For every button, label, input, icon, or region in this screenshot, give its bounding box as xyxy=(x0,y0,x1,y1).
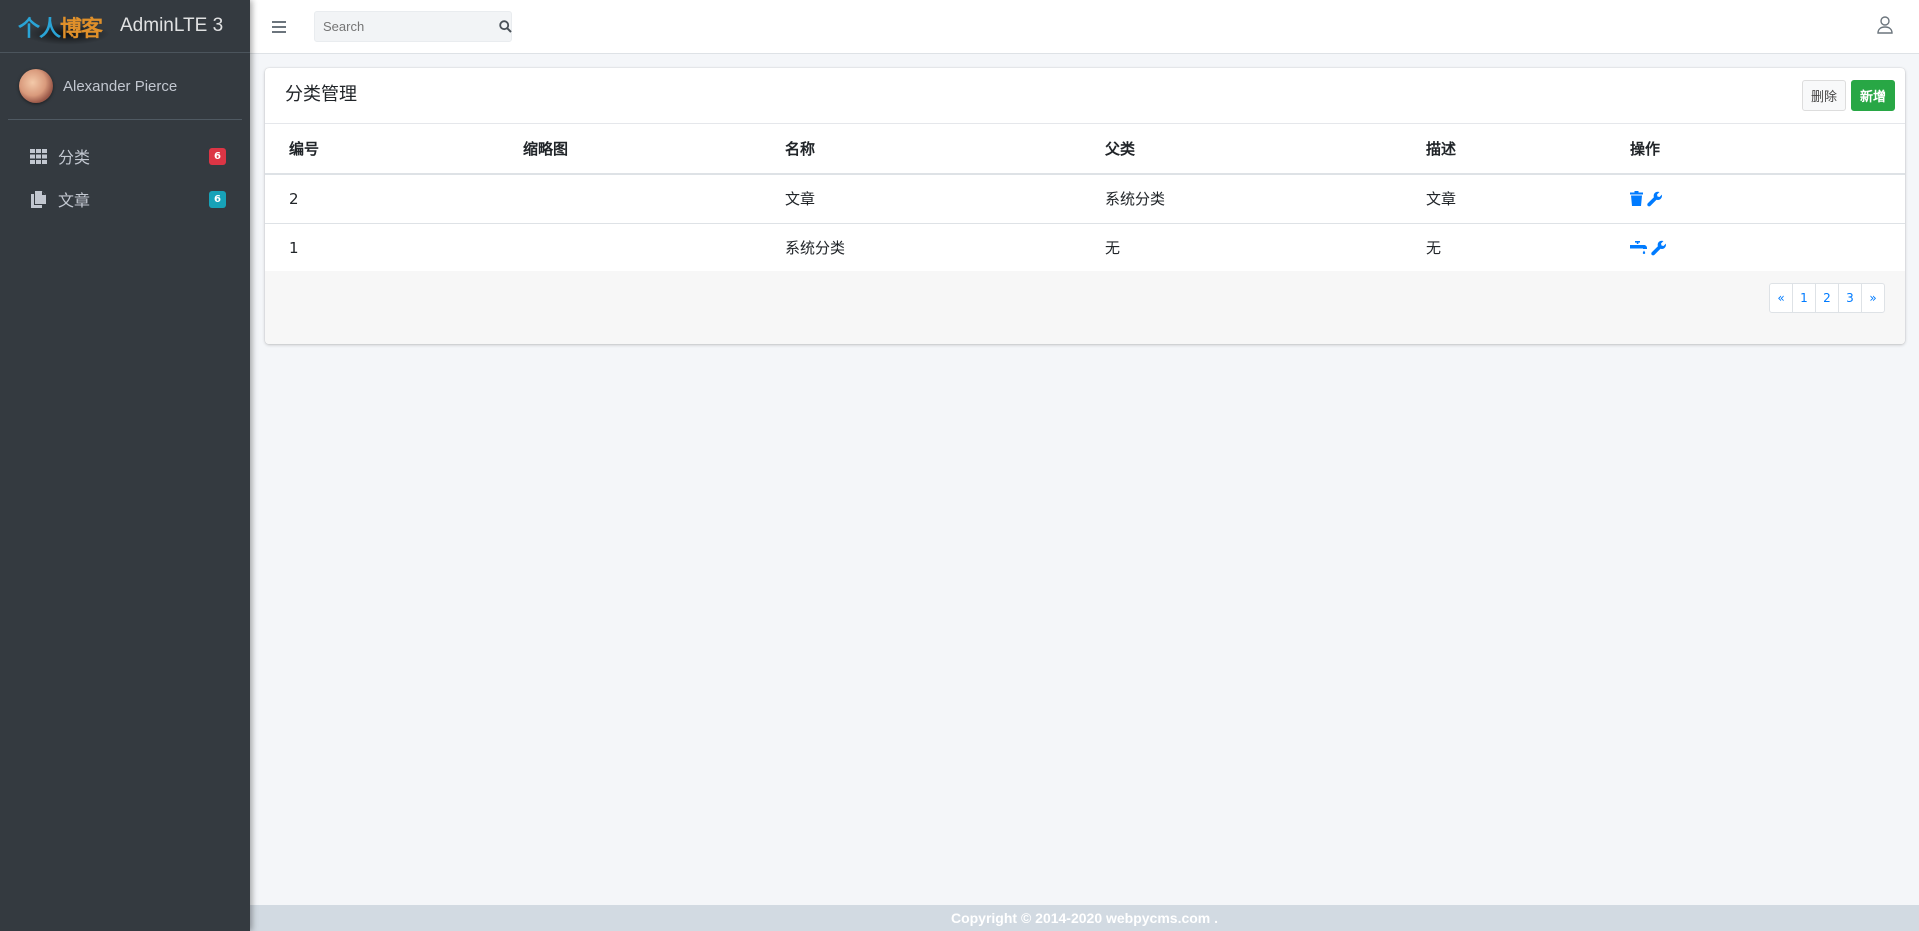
brand-logo-part2: 博客 xyxy=(60,16,103,42)
brand-logo-part1: 个人 xyxy=(18,16,61,42)
user-panel[interactable]: Alexander Pierce xyxy=(8,53,242,120)
grid-icon xyxy=(28,146,48,166)
user-name[interactable]: Alexander Pierce xyxy=(63,78,177,95)
column-header-id: 编号 xyxy=(265,124,499,175)
menu-toggle-icon[interactable] xyxy=(272,20,286,33)
page-2[interactable]: 2 xyxy=(1815,283,1839,313)
page-1[interactable]: 1 xyxy=(1792,283,1816,313)
table-header-row: 编号 缩略图 名称 父类 描述 操作 xyxy=(265,124,1905,175)
sidebar-item-label: 文章 xyxy=(58,191,91,210)
cell-description: 无 xyxy=(1402,223,1606,273)
delete-button[interactable]: 删除 xyxy=(1801,80,1846,111)
wrench-icon[interactable] xyxy=(1651,240,1667,256)
search-form xyxy=(314,11,512,42)
main-sidebar: 个人博客 AdminLTE 3 Alexander Pierce 分类 6 文章… xyxy=(0,0,250,931)
column-header-actions: 操作 xyxy=(1606,124,1905,175)
avatar xyxy=(19,69,53,103)
brand-title: AdminLTE 3 xyxy=(120,15,224,36)
search-icon[interactable] xyxy=(499,12,512,41)
cell-id: 2 xyxy=(265,174,499,224)
category-card: 分类管理 删除 新增 编号 缩略图 名称 父类 描述 操作 2 文章 系统分类 … xyxy=(265,68,1905,344)
brand-link[interactable]: 个人博客 AdminLTE 3 xyxy=(0,0,250,53)
page-next[interactable]: » xyxy=(1861,283,1885,313)
search-input[interactable] xyxy=(315,12,499,41)
pagination: « 1 2 3 » xyxy=(1769,283,1885,313)
card-header: 分类管理 删除 新增 xyxy=(265,68,1905,124)
page-3[interactable]: 3 xyxy=(1838,283,1862,313)
column-header-thumbnail: 缩略图 xyxy=(499,124,761,175)
column-header-name: 名称 xyxy=(761,124,1081,175)
badge-count: 6 xyxy=(209,147,226,165)
sidebar-item-category[interactable]: 分类 6 xyxy=(8,136,242,176)
copy-icon xyxy=(28,189,48,209)
cell-id: 1 xyxy=(265,223,499,273)
card-tools: 删除 新增 xyxy=(1801,80,1895,111)
sidebar-nav: 分类 6 文章 6 xyxy=(0,136,250,219)
user-icon[interactable] xyxy=(1877,16,1895,36)
wrench-icon[interactable] xyxy=(1647,191,1663,207)
category-table: 编号 缩略图 名称 父类 描述 操作 2 文章 系统分类 文章 1 系统分类 无… xyxy=(265,124,1905,273)
page-footer: Copyright © 2014-2020 webpycms.com . xyxy=(250,905,1919,931)
card-title: 分类管理 xyxy=(285,84,357,105)
column-header-description: 描述 xyxy=(1402,124,1606,175)
cell-name: 系统分类 xyxy=(761,223,1081,273)
sidebar-item-label: 分类 xyxy=(58,148,91,167)
cell-parent: 无 xyxy=(1081,223,1402,273)
cell-actions xyxy=(1606,223,1905,273)
copyright-text: Copyright © 2014-2020 webpycms.com . xyxy=(950,910,1219,926)
card-footer: « 1 2 3 » xyxy=(265,271,1905,344)
brand-logo: 个人博客 xyxy=(18,9,110,45)
trash-icon[interactable] xyxy=(1630,191,1643,207)
badge-count: 6 xyxy=(209,190,226,208)
cell-thumbnail xyxy=(499,223,761,273)
faucet-icon[interactable] xyxy=(1630,241,1647,254)
page-prev[interactable]: « xyxy=(1769,283,1793,313)
sidebar-item-article[interactable]: 文章 6 xyxy=(8,179,242,219)
table-row: 1 系统分类 无 无 xyxy=(265,223,1905,273)
top-navbar xyxy=(250,0,1919,54)
column-header-parent: 父类 xyxy=(1081,124,1402,175)
cell-name: 文章 xyxy=(761,174,1081,224)
cell-parent: 系统分类 xyxy=(1081,174,1402,224)
cell-thumbnail xyxy=(499,174,761,224)
add-button[interactable]: 新增 xyxy=(1850,80,1895,111)
cell-description: 文章 xyxy=(1402,174,1606,224)
cell-actions xyxy=(1606,174,1905,224)
table-row: 2 文章 系统分类 文章 xyxy=(265,174,1905,224)
